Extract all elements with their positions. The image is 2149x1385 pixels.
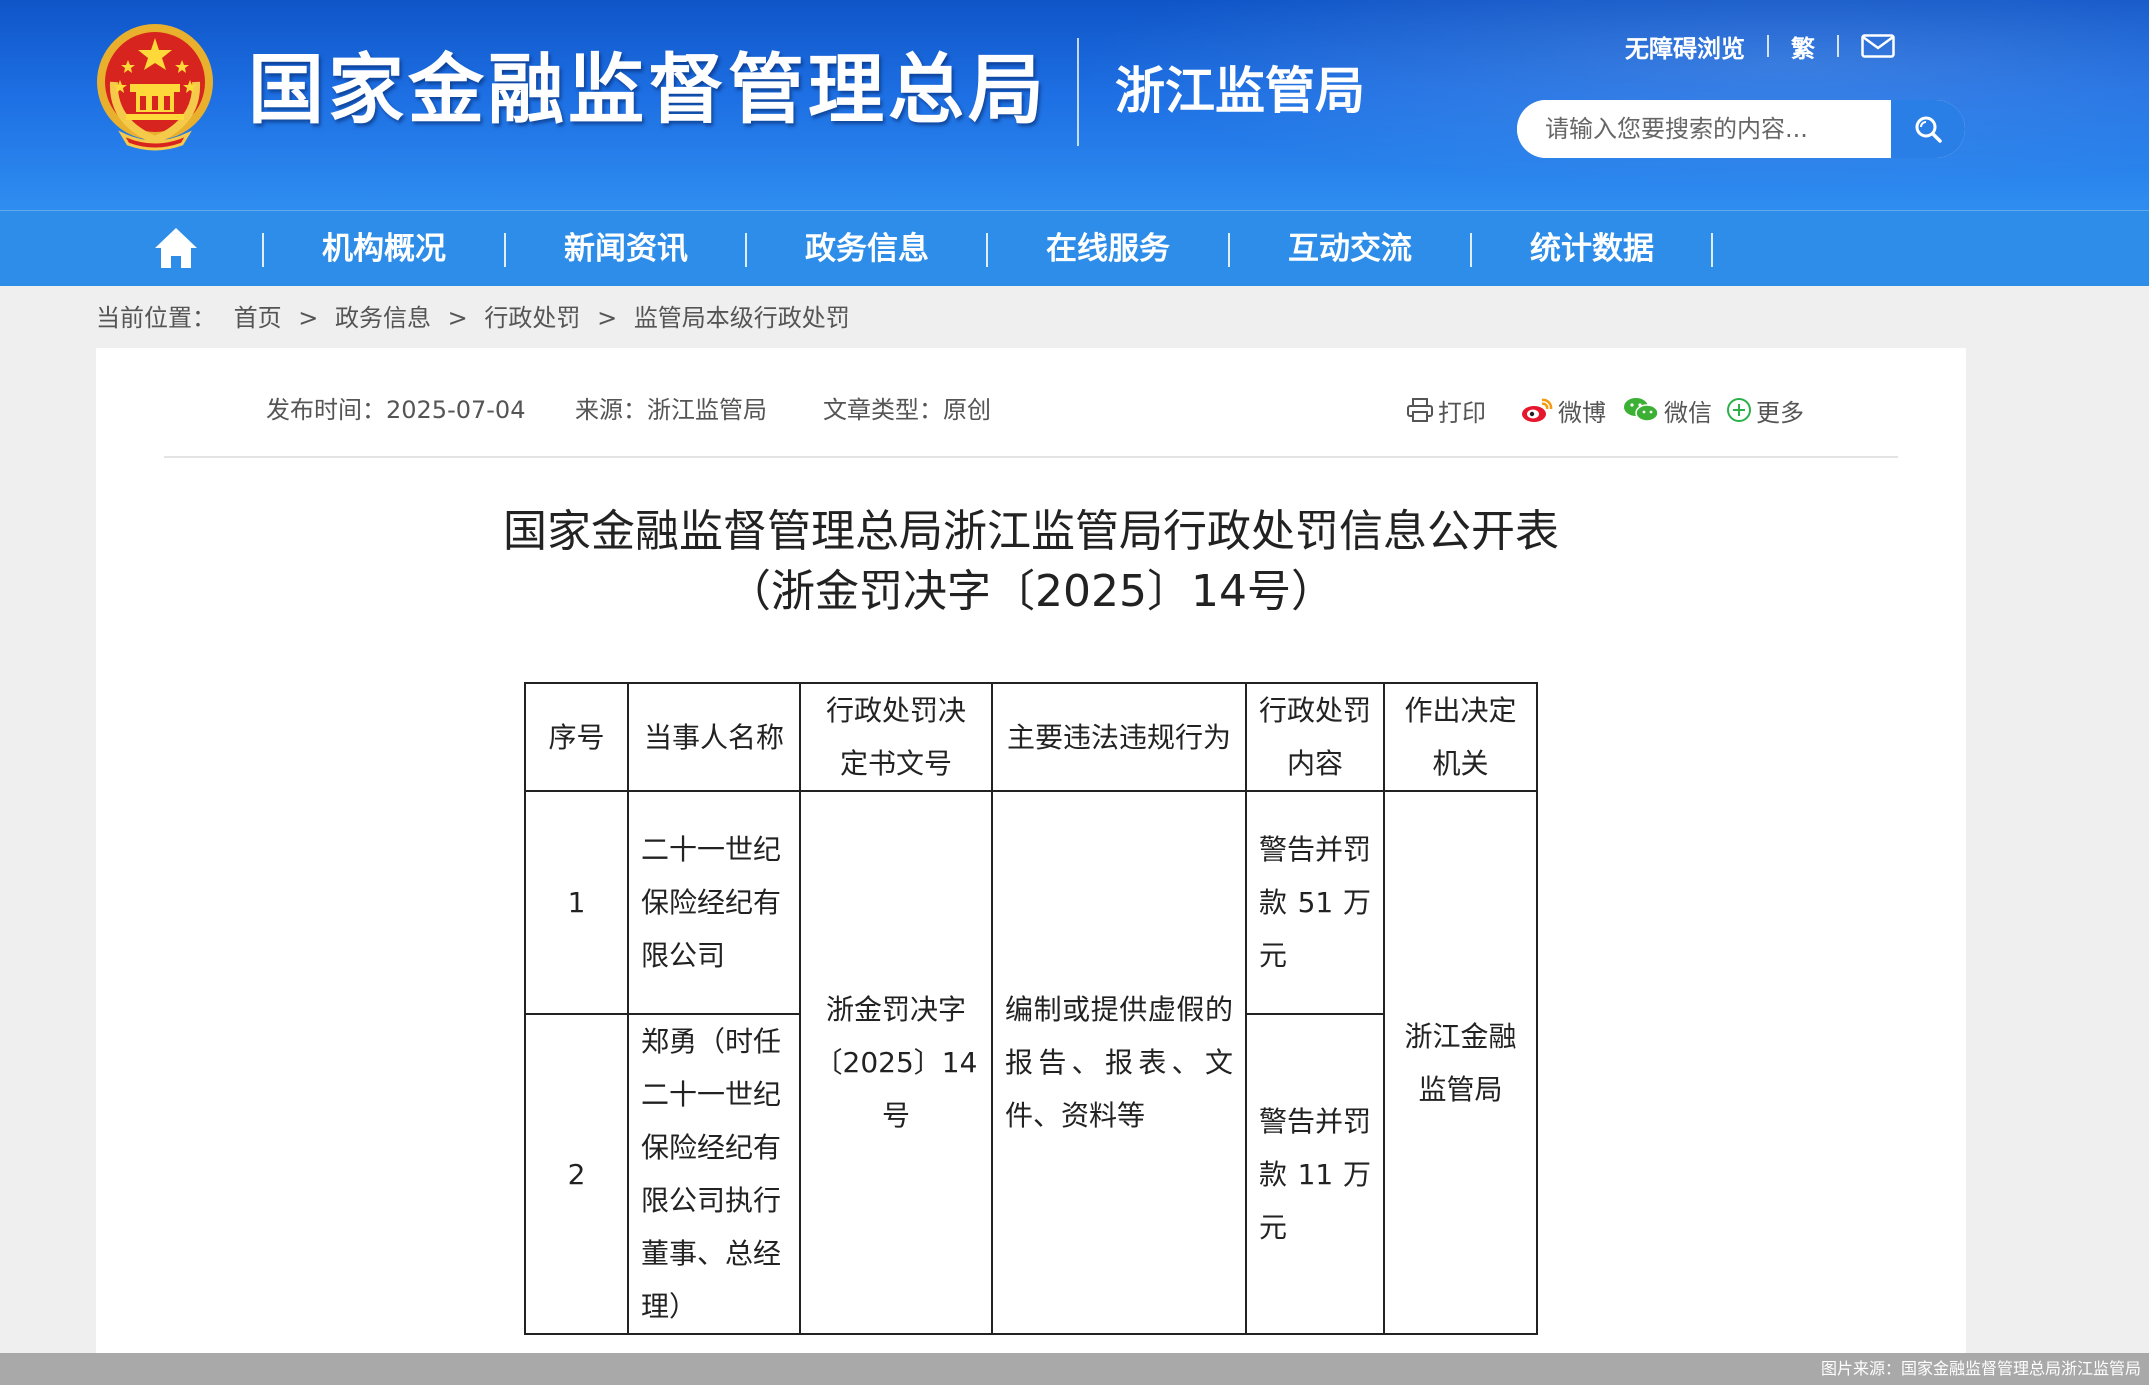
top-links: 无障碍浏览 繁 bbox=[1625, 28, 1895, 64]
traditional-chinese-link[interactable]: 繁 bbox=[1791, 29, 1815, 64]
home-icon[interactable] bbox=[152, 225, 200, 271]
header-cell: 序号 bbox=[524, 682, 629, 792]
share-more-button[interactable]: 更多 bbox=[1726, 392, 1804, 428]
wechat-icon bbox=[1624, 398, 1659, 422]
search-box bbox=[1517, 100, 1965, 158]
breadcrumb-admin-penalty[interactable]: 行政处罚 bbox=[484, 304, 580, 332]
national-emblem-icon bbox=[97, 24, 213, 151]
header-cell: 当事人名称 bbox=[627, 682, 801, 792]
site-title: 国家金融监督管理总局 bbox=[248, 45, 1048, 134]
breadcrumb-prefix: 当前位置： bbox=[96, 304, 216, 332]
bureau-title: 浙江监管局 bbox=[1115, 62, 1365, 120]
meta-divider bbox=[164, 456, 1898, 458]
top-link-separator bbox=[1767, 35, 1769, 57]
article-type: 文章类型：原创 bbox=[823, 396, 991, 424]
nav-item-government-info[interactable]: 政务信息 bbox=[747, 211, 987, 287]
more-label: 更多 bbox=[1756, 398, 1804, 427]
article-source: 来源：浙江监管局 bbox=[575, 396, 767, 424]
accessibility-link[interactable]: 无障碍浏览 bbox=[1625, 29, 1745, 64]
party-name: 郑勇（时任二十一世纪保险经纪有限公司执行董事、总经理） bbox=[627, 1013, 801, 1335]
penalty-content: 警告并罚款 11 万元 bbox=[1245, 1013, 1385, 1335]
header-cell: 主要违法违规行为 bbox=[991, 682, 1247, 792]
penalty-info-table: 序号 当事人名称 行政处罚决定书文号 主要违法违规行为 行政处罚内容 作出决定机… bbox=[524, 682, 1538, 1335]
party-name: 二十一世纪保险经纪有限公司 bbox=[627, 790, 801, 1015]
nav-item-statistics[interactable]: 统计数据 bbox=[1472, 211, 1712, 287]
table-row: 1 二十一世纪保险经纪有限公司 浙金罚决字〔2025〕14号 编制或提供虚假的报… bbox=[524, 790, 1538, 1335]
breadcrumb-government-info[interactable]: 政务信息 bbox=[335, 304, 431, 332]
decision-doc-number: 浙金罚决字〔2025〕14号 bbox=[799, 790, 993, 1335]
article-card: 发布时间：2025-07-04 来源：浙江监管局 文章类型：原创 打印 微博 微 bbox=[96, 348, 1966, 1385]
breadcrumb-separator: > bbox=[447, 304, 468, 332]
deciding-authority: 浙江金融监管局 bbox=[1383, 790, 1538, 1335]
search-icon bbox=[1915, 116, 1942, 143]
nav-separator bbox=[1711, 233, 1713, 267]
share-wechat-button[interactable]: 微信 bbox=[1622, 392, 1712, 428]
nav-item-news[interactable]: 新闻资讯 bbox=[506, 211, 746, 287]
breadcrumb-bureau-penalty[interactable]: 监管局本级行政处罚 bbox=[634, 304, 850, 332]
plus-circle-icon bbox=[1727, 398, 1751, 422]
breadcrumb-separator: > bbox=[597, 304, 618, 332]
mail-icon[interactable] bbox=[1861, 34, 1895, 58]
row-number: 2 bbox=[524, 1013, 629, 1335]
breadcrumb: 当前位置： 首页 > 政务信息 > 行政处罚 > 监管局本级行政处罚 bbox=[96, 300, 850, 336]
nav-item-about[interactable]: 机构概况 bbox=[264, 211, 504, 287]
document-subtitle: （浙金罚决字〔2025〕14号） bbox=[727, 566, 1335, 617]
violation-description: 编制或提供虚假的报告、报表、文件、资料等 bbox=[991, 790, 1247, 1335]
top-link-separator bbox=[1837, 35, 1839, 57]
header-divider bbox=[1077, 38, 1079, 146]
print-label: 打印 bbox=[1438, 398, 1486, 427]
nav-item-online-services[interactable]: 在线服务 bbox=[988, 211, 1228, 287]
search-button[interactable] bbox=[1891, 100, 1965, 158]
penalty-content: 警告并罚款 51 万元 bbox=[1245, 790, 1385, 1015]
wechat-label: 微信 bbox=[1664, 398, 1712, 427]
document-title: 国家金融监督管理总局浙江监管局行政处罚信息公开表 bbox=[503, 506, 1559, 557]
share-weibo-button[interactable]: 微博 bbox=[1520, 392, 1606, 428]
main-nav: 机构概况 新闻资讯 政务信息 在线服务 互动交流 统计数据 bbox=[0, 210, 2149, 286]
header-cell: 作出决定机关 bbox=[1383, 682, 1538, 792]
table-header-row: 序号 当事人名称 行政处罚决定书文号 主要违法违规行为 行政处罚内容 作出决定机… bbox=[524, 682, 1538, 792]
publish-time: 发布时间：2025-07-04 bbox=[266, 396, 526, 424]
image-credit: 图片来源：国家金融监督管理总局浙江监管局 bbox=[1820, 1359, 2141, 1378]
weibo-label: 微博 bbox=[1558, 398, 1606, 427]
print-icon bbox=[1407, 398, 1433, 422]
header-cell: 行政处罚内容 bbox=[1245, 682, 1385, 792]
row-number: 1 bbox=[524, 790, 629, 1015]
search-input[interactable] bbox=[1517, 100, 1891, 158]
header-cell: 行政处罚决定书文号 bbox=[799, 682, 993, 792]
breadcrumb-separator: > bbox=[298, 304, 319, 332]
site-header: 国家金融监督管理总局 浙江监管局 无障碍浏览 繁 bbox=[0, 0, 2149, 210]
breadcrumb-home[interactable]: 首页 bbox=[234, 304, 282, 332]
print-button[interactable]: 打印 bbox=[1406, 392, 1486, 428]
weibo-icon bbox=[1522, 398, 1553, 422]
nav-item-interaction[interactable]: 互动交流 bbox=[1230, 211, 1470, 287]
